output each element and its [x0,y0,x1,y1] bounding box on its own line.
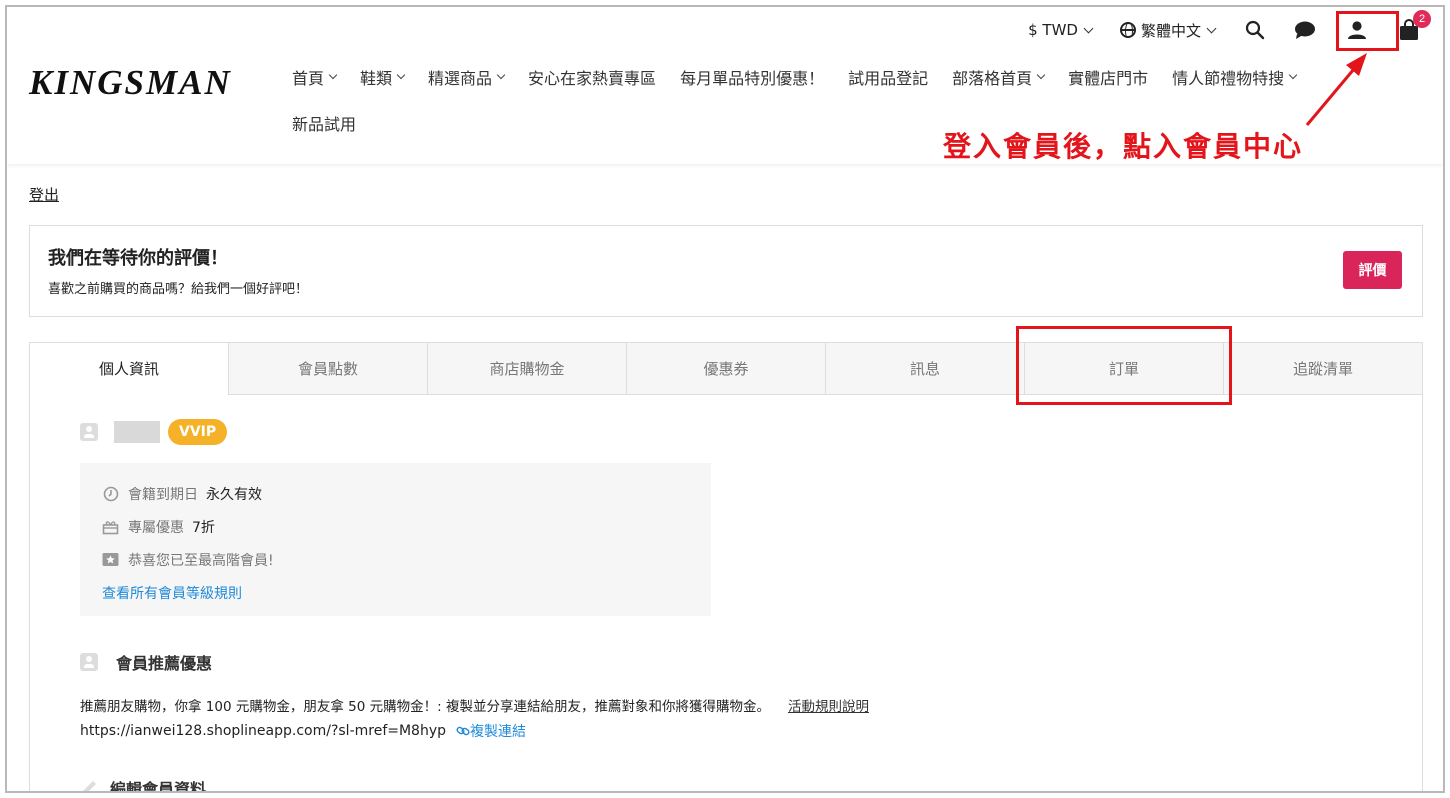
edit-profile-title: 編輯會員資料 [110,780,207,793]
expiry-label: 會籍到期日 [128,486,198,503]
member-card-icon [80,423,98,441]
tier-rules-link[interactable]: 查看所有會員等級規則 [102,576,689,609]
tab-wishlist[interactable]: 追蹤清單 [1223,343,1422,395]
review-button[interactable]: 評價 [1343,251,1402,289]
language-selector[interactable]: 繁體中文 [1119,20,1217,41]
tab-messages[interactable]: 訊息 [825,343,1024,395]
brand-logo[interactable]: KINGSMAN [29,63,232,103]
tab-store-credit[interactable]: 商店購物金 [427,343,626,395]
member-name-redacted [114,421,160,443]
nav-item-new-trial[interactable]: 新品試用 [292,111,356,135]
chevron-down-icon [328,70,338,80]
membership-info-box: 會籍到期日 永久有效 專屬優惠 7折 恭喜您已至最高階會員! 查看所有會員等級規… [80,463,711,616]
member-panel: 個人資訊 會員點數 商店購物金 優惠券 訊息 訂單 追蹤清單 VVIP 會籍到期… [29,342,1423,793]
chevron-down-icon [396,70,406,80]
nav-item-label: 每月單品特別優惠！ [680,69,825,88]
language-label: 繁體中文 [1140,21,1201,40]
star-ticket-icon [102,551,119,568]
expiry-value: 永久有效 [206,486,262,503]
annotation-text: 登入會員後，點入會員中心 [943,130,1304,163]
discount-value: 7折 [192,519,215,536]
tab-points[interactable]: 會員點數 [228,343,427,395]
nav-item-home[interactable]: 首頁 [292,65,338,89]
pencil-icon [80,779,98,791]
currency-label: $ TWD [1028,21,1078,39]
chevron-down-icon [1206,23,1217,33]
review-title: 我們在等待你的評價！ [48,248,228,269]
discount-row: 專屬優惠 7折 [102,510,689,543]
link-icon [456,726,470,736]
top-tier-message: 恭喜您已至最高階會員! [128,552,274,569]
chat-button[interactable] [1293,18,1317,42]
nav-item-label: 實體店門市 [1068,69,1149,88]
clock-icon [102,485,119,502]
nav-item-label: 鞋類 [360,69,393,88]
tier-badge: VVIP [168,419,228,445]
nav-item-label: 試用品登記 [848,69,929,88]
referral-title: 會員推薦優惠 [116,654,213,673]
top-tier-row: 恭喜您已至最高階會員! [102,543,689,576]
nav-item-label: 部落格首頁 [952,69,1033,88]
referral-url-row: https://ianwei128.shoplineapp.com/?sl-mr… [80,721,526,741]
expiry-row: 會籍到期日 永久有效 [102,477,689,510]
referral-description-row: 推薦朋友購物，你拿 100 元購物金，朋友拿 50 元購物金！: 複製並分享連結… [80,695,869,715]
nav-item-featured[interactable]: 精選商品 [428,65,506,89]
tab-profile[interactable]: 個人資訊 [30,343,228,395]
cart-count-badge: 2 [1413,10,1431,28]
nav-item-label: 安心在家熱賣專區 [528,69,657,88]
copy-link-button[interactable]: 複製連結 [456,721,526,741]
referral-rules-link[interactable]: 活動規則說明 [788,695,869,715]
gift-icon [102,518,119,535]
copy-link-label: 複製連結 [470,724,527,740]
nav-item-blog[interactable]: 部落格首頁 [952,65,1046,89]
chat-bubble-icon [1295,21,1315,39]
globe-icon [1119,22,1136,38]
nav-item-monthly-deal[interactable]: 每月單品特別優惠！ [680,65,824,89]
discount-label: 專屬優惠 [128,519,184,536]
user-row: VVIP [80,417,228,447]
search-button[interactable] [1243,18,1267,42]
search-icon [1245,20,1265,40]
nav-row: 首頁 鞋類 精選商品 安心在家熱賣專區 每月單品特別優惠！ 試用品登記 部落格首… [292,59,1392,95]
chevron-down-icon [1288,70,1298,80]
annotation-highlight-member-icon [1336,11,1399,51]
member-card-icon [80,653,98,671]
member-summary: VVIP [80,417,228,447]
nav-item-trial-signup[interactable]: 試用品登記 [848,65,928,89]
annotation-highlight-orders-tab [1016,326,1232,405]
cart-button[interactable]: 2 [1397,10,1431,42]
review-banner: 我們在等待你的評價！ 喜歡之前購買的商品嗎？給我們一個好評吧！ 評價 [29,225,1423,317]
nav-item-label: 精選商品 [428,69,493,88]
review-subtitle: 喜歡之前購買的商品嗎？給我們一個好評吧！ [48,282,309,297]
chevron-down-icon [1036,70,1046,80]
nav-item-shoes[interactable]: 鞋類 [360,65,406,89]
referral-url: https://ianwei128.shoplineapp.com/?sl-mr… [80,723,447,739]
logout-link[interactable]: 登出 [29,184,59,205]
edit-profile-section-title: 編輯會員資料 [80,776,207,793]
nav-item-label: 首頁 [292,69,325,88]
chevron-down-icon [1083,23,1094,33]
chevron-down-icon [496,70,506,80]
referral-description: 推薦朋友購物，你拿 100 元購物金，朋友拿 50 元購物金！: 複製並分享連結… [80,699,770,715]
nav-item-stores[interactable]: 實體店門市 [1068,65,1148,89]
tab-coupons[interactable]: 優惠券 [626,343,825,395]
nav-item-label: 情人節禮物特搜 [1172,69,1285,88]
currency-selector[interactable]: $ TWD [1028,21,1094,39]
browser-frame: $ TWD 繁體中文 2 KINGSMAN 首頁 鞋類 精選商品 安心在家熱賣專… [5,5,1445,793]
nav-item-valentine[interactable]: 情人節禮物特搜 [1172,65,1298,89]
nav-item-stay-home[interactable]: 安心在家熱賣專區 [528,65,656,89]
referral-section-title: 會員推薦優惠 [80,650,212,674]
